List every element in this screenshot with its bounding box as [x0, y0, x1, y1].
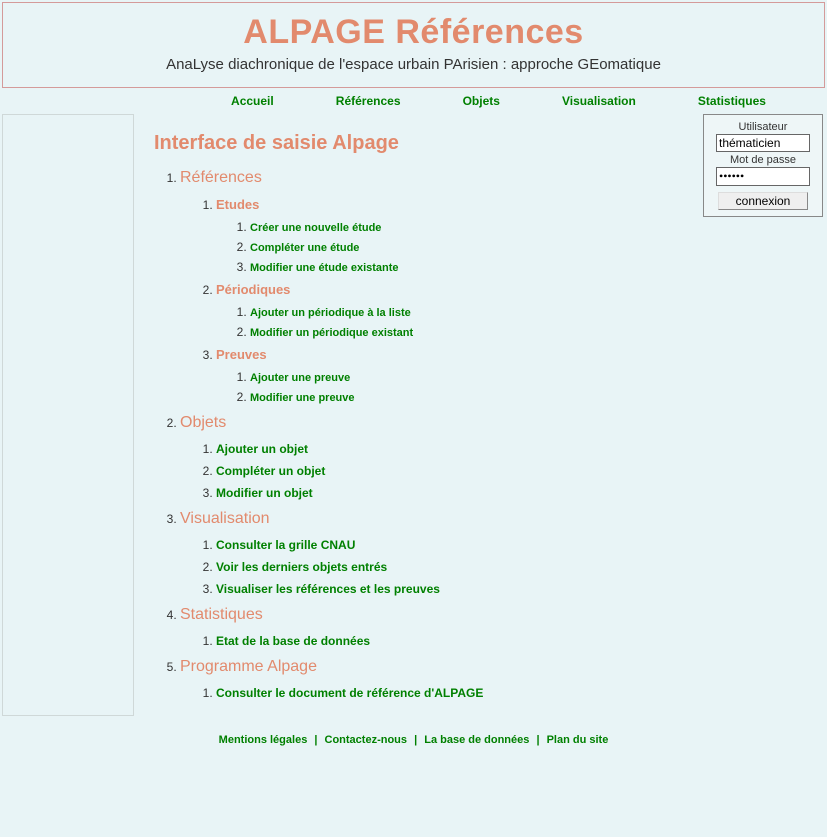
top-nav: Accueil Références Objets Visualisation …	[0, 88, 827, 114]
section-label: Visualisation	[180, 510, 270, 527]
toc-section-statistiques: Statistiques Etat de la base de données	[180, 606, 689, 648]
toc-root: Références Etudes Créer une nouvelle étu…	[154, 169, 689, 700]
nav-statistiques[interactable]: Statistiques	[698, 94, 766, 108]
link-completer-etude[interactable]: Compléter une étude	[250, 242, 359, 254]
section-label: Programme Alpage	[180, 658, 317, 675]
section-label: Références	[180, 169, 262, 186]
site-title: ALPAGE Références	[3, 13, 824, 52]
toc-section-programme: Programme Alpage Consulter le document d…	[180, 658, 689, 700]
pass-label: Mot de passe	[708, 154, 818, 166]
layout: Interface de saisie Alpage Références Et…	[0, 114, 827, 720]
link-completer-objet[interactable]: Compléter un objet	[216, 464, 325, 478]
right-col: Utilisateur Mot de passe connexion	[699, 114, 827, 217]
link-etat-base[interactable]: Etat de la base de données	[216, 634, 370, 648]
toc-sub-preuves: Preuves Ajouter une preuve Modifier une …	[216, 347, 689, 404]
nav-references[interactable]: Références	[336, 94, 401, 108]
header: ALPAGE Références AnaLyse diachronique d…	[2, 2, 825, 88]
user-label: Utilisateur	[708, 121, 818, 133]
link-ajouter-objet[interactable]: Ajouter un objet	[216, 442, 308, 456]
link-modifier-etude[interactable]: Modifier une étude existante	[250, 262, 399, 274]
nav-accueil[interactable]: Accueil	[231, 94, 274, 108]
link-visualiser-refs[interactable]: Visualiser les références et les preuves	[216, 582, 440, 596]
footer-mentions[interactable]: Mentions légales	[219, 734, 308, 746]
footer: Mentions légales | Contactez-nous | La b…	[0, 720, 827, 756]
link-ajouter-periodique[interactable]: Ajouter un périodique à la liste	[250, 307, 411, 319]
left-sidebar	[2, 114, 134, 716]
section-label: Objets	[180, 414, 226, 431]
login-box: Utilisateur Mot de passe connexion	[703, 114, 823, 217]
toc-section-references: Références Etudes Créer une nouvelle étu…	[180, 169, 689, 404]
link-modifier-periodique[interactable]: Modifier un périodique existant	[250, 327, 413, 339]
footer-plan[interactable]: Plan du site	[547, 734, 609, 746]
footer-base[interactable]: La base de données	[424, 734, 529, 746]
sub-label: Périodiques	[216, 282, 290, 297]
link-ajouter-preuve[interactable]: Ajouter une preuve	[250, 372, 350, 384]
nav-visualisation[interactable]: Visualisation	[562, 94, 636, 108]
page-title: Interface de saisie Alpage	[154, 132, 689, 155]
sub-label: Etudes	[216, 197, 259, 212]
toc-section-visualisation: Visualisation Consulter la grille CNAU V…	[180, 510, 689, 596]
section-label: Statistiques	[180, 606, 263, 623]
pass-input[interactable]	[716, 167, 810, 186]
toc-sub-periodiques: Périodiques Ajouter un périodique à la l…	[216, 282, 689, 339]
link-modifier-preuve[interactable]: Modifier une preuve	[250, 392, 355, 404]
sub-label: Preuves	[216, 347, 267, 362]
toc-section-objets: Objets Ajouter un objet Compléter un obj…	[180, 414, 689, 500]
link-modifier-objet[interactable]: Modifier un objet	[216, 486, 313, 500]
user-input[interactable]	[716, 134, 810, 152]
link-creer-etude[interactable]: Créer une nouvelle étude	[250, 222, 381, 234]
main-content: Interface de saisie Alpage Références Et…	[134, 114, 699, 720]
site-subtitle: AnaLyse diachronique de l'espace urbain …	[3, 56, 824, 73]
login-button[interactable]: connexion	[718, 192, 808, 210]
nav-objets[interactable]: Objets	[463, 94, 500, 108]
footer-contact[interactable]: Contactez-nous	[325, 734, 408, 746]
toc-sub-etudes: Etudes Créer une nouvelle étude Compléte…	[216, 197, 689, 274]
link-derniers-objets[interactable]: Voir les derniers objets entrés	[216, 560, 387, 574]
link-doc-reference[interactable]: Consulter le document de référence d'ALP…	[216, 686, 483, 700]
link-consulter-cnau[interactable]: Consulter la grille CNAU	[216, 538, 355, 552]
